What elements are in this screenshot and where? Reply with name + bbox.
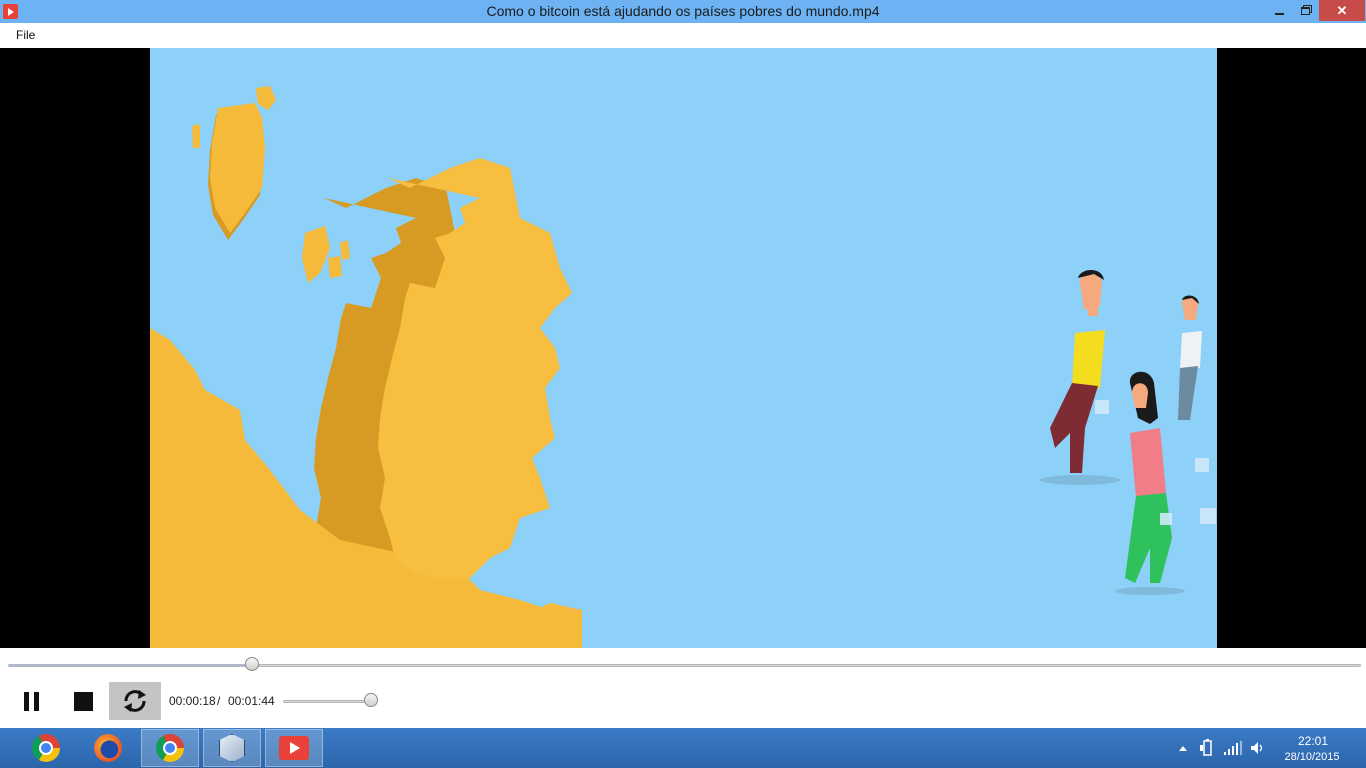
- person-white: [1178, 295, 1202, 420]
- stop-icon: [73, 691, 93, 711]
- power-icon: [1200, 739, 1212, 756]
- close-icon: ✕: [1336, 2, 1348, 18]
- show-hidden-icons-button[interactable]: [1176, 728, 1190, 768]
- volume-handle[interactable]: [364, 693, 378, 707]
- box-icon: [219, 734, 245, 762]
- minimize-icon: [1274, 12, 1284, 15]
- clock-date[interactable]: 28/10/2015: [1276, 751, 1348, 763]
- menu-bar: File: [0, 23, 1366, 48]
- menu-file[interactable]: File: [10, 28, 41, 42]
- clock-time[interactable]: 22:01: [1280, 734, 1346, 748]
- volume-tray-icon[interactable]: [1248, 728, 1268, 768]
- taskbar-chrome-window[interactable]: [141, 729, 199, 767]
- time-separator: /: [217, 694, 221, 708]
- player-controls: 00:00:18 / 00:01:44: [0, 648, 1366, 728]
- network-tray-icon[interactable]: [1222, 728, 1244, 768]
- taskbar-virtualbox[interactable]: [203, 729, 261, 767]
- pause-icon: [23, 691, 29, 711]
- video-area[interactable]: [0, 48, 1366, 648]
- speaker-icon: [1251, 742, 1263, 754]
- window-title: Como o bitcoin está ajudando os países p…: [486, 3, 880, 19]
- pause-button[interactable]: [14, 686, 48, 716]
- player-icon: [279, 736, 309, 760]
- total-time: 00:01:44: [228, 694, 275, 708]
- seek-bar[interactable]: [8, 664, 1361, 667]
- chrome-icon: [156, 734, 184, 762]
- chrome-icon: [32, 734, 60, 762]
- close-button[interactable]: ✕: [1319, 0, 1365, 21]
- taskbar-video-player[interactable]: [265, 729, 323, 767]
- person-yellow: [1040, 270, 1120, 485]
- maximize-button[interactable]: [1292, 0, 1318, 21]
- loop-button[interactable]: [109, 682, 161, 720]
- taskbar: 22:01 28/10/2015: [0, 728, 1366, 768]
- taskbar-firefox[interactable]: [79, 729, 137, 767]
- power-tray-icon[interactable]: [1198, 728, 1218, 768]
- taskbar-chrome[interactable]: [17, 729, 75, 767]
- current-time: 00:00:18: [169, 694, 216, 708]
- seek-handle[interactable]: [244, 657, 259, 671]
- firefox-icon: [94, 734, 122, 762]
- video-frame[interactable]: [150, 48, 1217, 648]
- chevron-up-icon: [1179, 745, 1187, 751]
- minimize-button[interactable]: [1266, 0, 1292, 21]
- person-pink: [1115, 371, 1185, 595]
- restore-icon: [1300, 6, 1310, 15]
- video-content-image: [150, 86, 1216, 648]
- repeat-icon: [124, 690, 146, 712]
- seek-bar-progress: [9, 665, 253, 666]
- stop-button[interactable]: [66, 686, 100, 716]
- signal-icon: [1224, 741, 1242, 755]
- title-bar: Como o bitcoin está ajudando os países p…: [0, 0, 1366, 23]
